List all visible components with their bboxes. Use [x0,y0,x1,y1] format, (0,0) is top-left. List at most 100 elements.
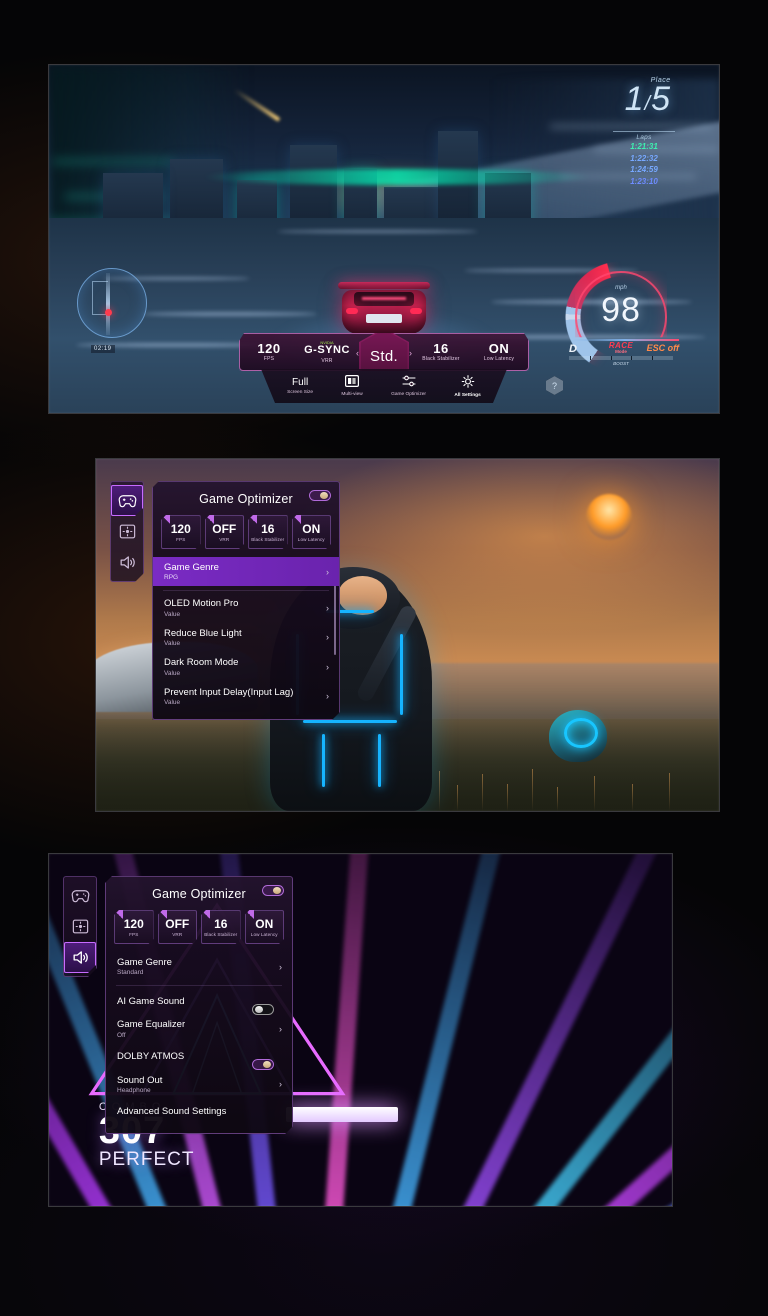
gamepad-icon [118,491,137,510]
stat-label: FPS [129,931,139,937]
row-title: Game Genre [164,562,219,573]
menu-row-advanced-sound-settings[interactable]: Advanced Sound Settings [106,1099,292,1125]
game-optimizer-panel: Game Optimizer 120 FPS OFF VRR 16 Black … [105,876,293,1134]
fire-creature [585,494,632,541]
tv-panel-scifi: Game Optimizer 120 FPS OFF VRR 16 Black … [95,458,720,812]
minimap-timer: 02:19 [91,345,115,353]
menu-row-game-genre[interactable]: Game Genre Standard › [106,952,292,981]
menu-row-oled-motion-pro[interactable]: OLED Motion Pro Value › [153,593,339,622]
stat-value: 16 [433,340,449,356]
dolby-atmos-toggle[interactable] [252,1059,274,1070]
lap-time: 1:23:10 [630,176,658,186]
stat-black-stabilizer[interactable]: 16 Black Stabilizer [248,515,288,549]
race-position-hud: Place 1/5 [625,77,671,116]
row-value: RPG [164,574,179,582]
menu-row-prevent-input-delay[interactable]: Prevent Input Delay(Input Lag) Value › [153,682,339,711]
menu-row-ai-game-sound[interactable]: AI Game Sound [106,988,292,1014]
preset-prev-arrow[interactable]: ‹ [356,348,359,358]
minimap [77,268,147,338]
gear-indicator: D [569,343,577,355]
menu-row-game-genre[interactable]: Game Genre RPG › [153,557,339,586]
game-bar-stats: 120 FPS NVIDIA G-SYNC VRR 16 Black Stabi… [239,333,529,371]
game-optimizer-tab-rail [110,481,144,582]
stat-vrr[interactable]: OFF VRR [205,515,245,549]
tab-sound[interactable] [111,547,143,578]
tv-panel-racing: Place 1/5 Laps 1:21:31 1:22:32 1:24:59 1… [48,64,720,414]
chevron-right-icon: › [326,632,329,643]
character-face [338,576,388,615]
row-title: Reduce Blue Light [164,627,242,639]
tab-game[interactable] [64,880,96,911]
car-spoiler [338,281,430,289]
game-preset-label: Std. [370,347,398,365]
stat-label: VRR [172,931,183,937]
stat-fps[interactable]: 120 FPS [114,910,154,944]
stat-vrr[interactable]: OFF VRR [158,910,198,944]
game-bar-game-optimizer[interactable]: Game Optimizer [391,375,426,397]
stat-label: Low Latency [250,931,278,937]
all-settings-label: All Settings [454,392,481,398]
stat-label: FPS [176,536,186,542]
chevron-right-icon: › [326,691,329,702]
ai-game-sound-toggle[interactable] [252,1004,274,1015]
row-title: Game Genre [117,957,172,968]
lap-times-hud: Laps 1:21:31 1:22:32 1:24:59 1:23:10 [613,131,675,187]
game-optimizer-overlay: Game Optimizer 120 FPS OFF VRR 16 Black … [63,876,293,1134]
menu-row-dark-room-mode[interactable]: Dark Room Mode Value › [153,652,339,681]
game-bar[interactable]: 120 FPS NVIDIA G-SYNC VRR 16 Black Stabi… [239,333,563,403]
tab-picture[interactable] [64,911,96,942]
lap-time: 1:21:31 [630,142,658,151]
stat-value: OFF [212,521,237,536]
tail-light-right [410,307,422,314]
stat-black-stabilizer[interactable]: 16 Black Stabilizer [201,910,241,944]
stat-value: ON [488,340,510,356]
laps-label: Laps [613,131,675,141]
screen-size-value: Full [292,377,309,388]
esc-indicator: ESC off [646,343,679,353]
menu-row-dolby-atmos[interactable]: DOLBY ATMOS [106,1044,292,1070]
display-icon [71,917,90,936]
game-bar-menu: Full Screen Size Multi-view Game Optimiz… [261,369,507,403]
tab-picture[interactable] [111,516,143,547]
speaker-icon [118,553,137,572]
row-value: Standard [117,969,144,977]
row-title: Sound Out [117,1074,163,1086]
game-bar-stat-low-latency[interactable]: ON Low Latency [470,342,528,363]
menu-row-reduce-blue-light[interactable]: Reduce Blue Light Value › [153,623,339,652]
game-optimizer-master-toggle[interactable] [309,490,331,501]
game-bar-multi-view[interactable]: Multi-view [341,375,363,397]
boost-label: BOOST [613,361,629,366]
boost-bar [569,356,673,360]
chevron-right-icon: › [279,961,282,972]
panel-stats-row: 120 FPS OFF VRR 16 Black Stabilizer ON L… [106,908,292,952]
stat-label: Low Latency [483,356,515,363]
stat-value: 120 [257,340,281,356]
game-bar-stat-black-stabilizer[interactable]: 16 Black Stabilizer [412,342,470,363]
divider [163,590,329,591]
game-bar-stat-fps[interactable]: 120 FPS [240,342,298,363]
stat-low-latency[interactable]: ON Low Latency [292,515,332,549]
menu-row-game-equalizer[interactable]: Game Equalizer Off › [106,1014,292,1043]
judgement-label: PERFECT [98,1148,195,1170]
stat-label: VRR [219,536,230,542]
game-bar-stat-vrr[interactable]: NVIDIA G-SYNC VRR [298,340,356,364]
row-title: Dark Room Mode [164,657,239,669]
game-bar-screen-size[interactable]: Full Screen Size [287,377,313,395]
stat-value: ON [255,916,274,931]
tab-game[interactable] [111,485,143,516]
stat-value: G-SYNC [304,344,350,357]
row-title: AI Game Sound [117,995,185,1007]
game-optimizer-overlay: Game Optimizer 120 FPS OFF VRR 16 Black … [110,481,340,720]
stat-fps[interactable]: 120 FPS [161,515,201,549]
speed-value: 98 [601,291,641,329]
row-title: DOLBY ATMOS [117,1051,185,1063]
row-value: Value [164,669,181,677]
stat-low-latency[interactable]: ON Low Latency [245,910,285,944]
preset-next-arrow[interactable]: › [409,348,412,358]
game-optimizer-master-toggle[interactable] [262,885,284,896]
row-value: Value [164,640,181,648]
menu-row-sound-out[interactable]: Sound Out Headphone › [106,1070,292,1099]
tab-sound[interactable] [64,942,96,973]
game-bar-all-settings[interactable]: All Settings [454,374,481,398]
stat-value: 120 [123,916,144,931]
